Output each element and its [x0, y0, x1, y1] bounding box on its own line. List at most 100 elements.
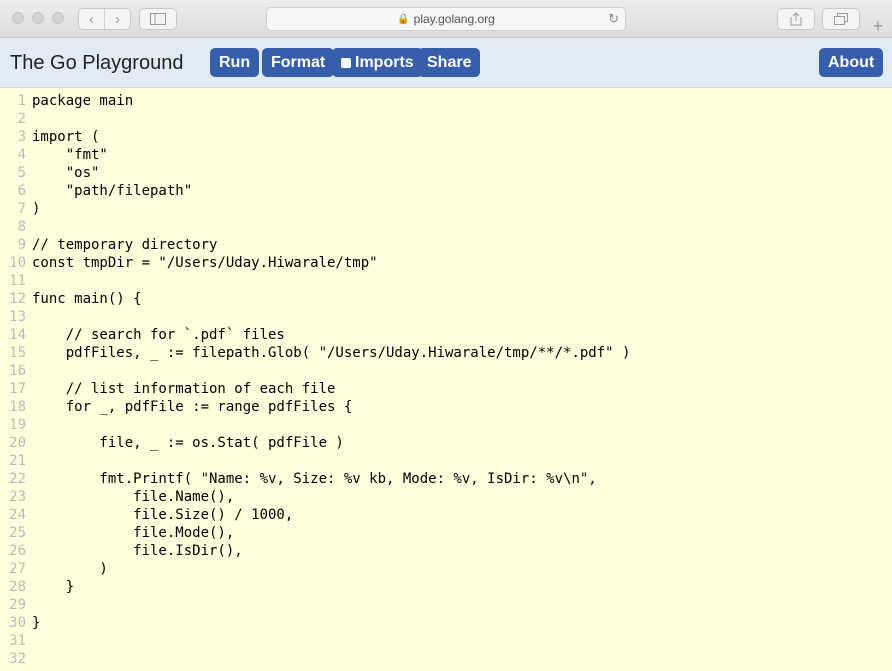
code-line[interactable]: 6 "path/filepath" [0, 182, 892, 200]
code-line[interactable]: 14 // search for `.pdf` files [0, 326, 892, 344]
code-line[interactable]: 13 [0, 308, 892, 326]
close-window-button[interactable] [12, 12, 24, 24]
line-number: 3 [17, 129, 26, 145]
imports-checkbox[interactable] [341, 57, 351, 68]
code-line[interactable]: 31 [0, 632, 892, 650]
code-text[interactable]: for _, pdfFile := range pdfFiles { [32, 398, 353, 416]
line-number: 28 [9, 579, 26, 595]
line-number: 10 [9, 255, 26, 271]
code-line[interactable]: 29 [0, 596, 892, 614]
code-text[interactable]: file.Name(), [32, 488, 234, 506]
code-line[interactable]: 23 file.Name(), [0, 488, 892, 506]
code-line[interactable]: 12 func main() { [0, 290, 892, 308]
code-line[interactable]: 20 file, _ := os.Stat( pdfFile ) [0, 434, 892, 452]
code-line[interactable]: 5 "os" [0, 164, 892, 182]
line-number: 4 [17, 147, 26, 163]
about-button[interactable]: About [819, 48, 884, 77]
code-line[interactable]: 26 file.IsDir(), [0, 542, 892, 560]
code-line[interactable]: 2 [0, 110, 892, 128]
sidebar-toggle-button[interactable] [139, 8, 177, 30]
line-number: 18 [9, 399, 26, 415]
code-line[interactable]: 19 [0, 416, 892, 434]
code-text[interactable]: ) [32, 200, 40, 218]
code-text[interactable]: } [32, 578, 74, 596]
code-line[interactable]: 1 package main [0, 92, 892, 110]
code-line[interactable]: 18 for _, pdfFile := range pdfFiles { [0, 398, 892, 416]
code-text[interactable]: "os" [32, 164, 100, 182]
imports-toggle[interactable]: Imports [332, 48, 423, 77]
code-text[interactable]: // list information of each file [32, 380, 336, 398]
line-number: 11 [9, 273, 26, 289]
line-number: 23 [9, 489, 26, 505]
line-number: 27 [9, 561, 26, 577]
show-tabs-button[interactable] [822, 8, 860, 30]
reload-icon[interactable]: ↻ [608, 11, 619, 27]
share-icon [790, 12, 802, 26]
line-number: 7 [17, 201, 26, 217]
playground-header: The Go Playground Run Format Imports Sha… [0, 38, 892, 88]
line-number: 16 [9, 363, 26, 379]
code-line[interactable]: 21 [0, 452, 892, 470]
code-line[interactable]: 32 [0, 650, 892, 668]
share-button[interactable]: Share [418, 48, 481, 77]
line-number: 2 [17, 111, 26, 127]
code-text[interactable]: fmt.Printf( "Name: %v, Size: %v kb, Mode… [32, 470, 596, 488]
line-number: 29 [9, 597, 26, 613]
line-number: 24 [9, 507, 26, 523]
line-number: 14 [9, 327, 26, 343]
code-text[interactable]: file.Mode(), [32, 524, 234, 542]
line-number: 9 [17, 237, 26, 253]
code-line[interactable]: 17 // list information of each file [0, 380, 892, 398]
code-line[interactable]: 11 [0, 272, 892, 290]
share-page-button[interactable] [777, 8, 815, 30]
line-number: 13 [9, 309, 26, 325]
code-text[interactable]: pdfFiles, _ := filepath.Glob( "/Users/Ud… [32, 344, 631, 362]
code-text[interactable]: // search for `.pdf` files [32, 326, 285, 344]
code-text[interactable]: // temporary directory [32, 236, 217, 254]
code-line[interactable]: 10 const tmpDir = "/Users/Uday.Hiwarale/t… [0, 254, 892, 272]
code-line[interactable]: 22 fmt.Printf( "Name: %v, Size: %v kb, M… [0, 470, 892, 488]
code-text[interactable]: file, _ := os.Stat( pdfFile ) [32, 434, 343, 452]
code-text[interactable]: file.IsDir(), [32, 542, 243, 560]
forward-icon[interactable]: › [104, 9, 130, 29]
line-number: 19 [9, 417, 26, 433]
code-line[interactable]: 24 file.Size() / 1000, [0, 506, 892, 524]
code-line[interactable]: 16 [0, 362, 892, 380]
line-number: 5 [17, 165, 26, 181]
code-text[interactable]: "path/filepath" [32, 182, 192, 200]
line-number: 12 [9, 291, 26, 307]
code-line[interactable]: 3 import ( [0, 128, 892, 146]
back-icon[interactable]: ‹ [79, 9, 104, 29]
code-text[interactable]: const tmpDir = "/Users/Uday.Hiwarale/tmp… [32, 254, 378, 272]
run-button[interactable]: Run [210, 48, 260, 77]
code-line[interactable]: 8 [0, 218, 892, 236]
lock-icon: 🔒 [397, 13, 410, 25]
code-text[interactable]: package main [32, 92, 133, 110]
code-editor[interactable]: 1 package main 2 3 import (4 "fmt" 5 "os" 6 "p… [0, 92, 892, 671]
code-line[interactable]: 7) [0, 200, 892, 218]
code-line[interactable]: 15 pdfFiles, _ := filepath.Glob( "/Users… [0, 344, 892, 362]
tabs-icon [834, 13, 848, 25]
line-number: 22 [9, 471, 26, 487]
line-number: 6 [17, 183, 26, 199]
minimize-window-button[interactable] [32, 12, 44, 24]
new-tab-icon[interactable]: + [866, 14, 890, 38]
code-text[interactable]: } [32, 614, 40, 632]
code-line[interactable]: 4 "fmt" [0, 146, 892, 164]
zoom-window-button[interactable] [52, 12, 64, 24]
code-text[interactable]: file.Size() / 1000, [32, 506, 293, 524]
code-text[interactable]: ) [32, 560, 107, 578]
format-button[interactable]: Format [262, 48, 335, 77]
code-text[interactable]: import ( [32, 128, 99, 146]
code-line[interactable]: 9 // temporary directory [0, 236, 892, 254]
code-line[interactable]: 27 ) [0, 560, 892, 578]
line-number: 15 [9, 345, 26, 361]
line-number: 26 [9, 543, 26, 559]
code-line[interactable]: 30} [0, 614, 892, 632]
code-line[interactable]: 28 } [0, 578, 892, 596]
address-bar[interactable]: 🔒 play.golang.org ↻ [266, 7, 626, 31]
code-line[interactable]: 25 file.Mode(), [0, 524, 892, 542]
line-number: 25 [9, 525, 26, 541]
code-text[interactable]: "fmt" [32, 146, 108, 164]
code-text[interactable]: func main() { [32, 290, 142, 308]
